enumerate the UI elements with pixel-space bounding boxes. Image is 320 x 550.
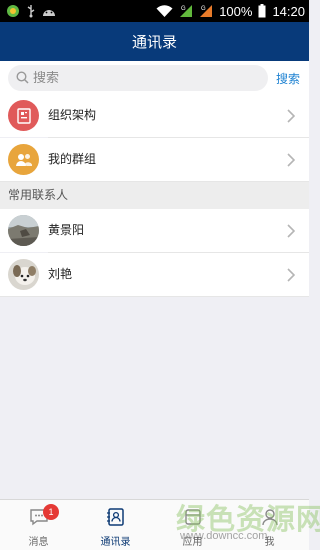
usb-icon bbox=[26, 4, 36, 18]
contact-name: 黄景阳 bbox=[48, 223, 85, 237]
my-groups-label: 我的群组 bbox=[48, 152, 97, 166]
contact-avatar bbox=[8, 215, 39, 246]
svg-text:G: G bbox=[181, 6, 186, 12]
chevron-right-icon bbox=[287, 152, 296, 171]
svg-text:G: G bbox=[201, 6, 206, 12]
tab-label: 通讯录 bbox=[100, 537, 131, 548]
org-structure-label: 组织架构 bbox=[48, 108, 97, 122]
search-button[interactable]: 搜索 bbox=[276, 70, 300, 87]
android-icon bbox=[42, 5, 56, 17]
contact-row[interactable]: 刘艳 bbox=[0, 253, 309, 296]
section-header: 常用联系人 bbox=[0, 182, 309, 209]
profile-icon bbox=[260, 500, 280, 530]
org-structure-row[interactable]: 组织架构 bbox=[0, 94, 309, 137]
org-chart-icon bbox=[8, 100, 39, 131]
tab-me[interactable]: 我 bbox=[231, 500, 308, 550]
battery-icon bbox=[258, 4, 266, 18]
search-icon bbox=[16, 69, 29, 88]
contact-name: 刘艳 bbox=[48, 267, 73, 281]
tab-messages[interactable]: 消息 1 bbox=[0, 500, 77, 550]
title-bar: 通讯录 bbox=[0, 22, 309, 61]
tab-label: 应用 bbox=[182, 537, 203, 548]
contact-avatar bbox=[8, 259, 39, 290]
my-groups-row[interactable]: 我的群组 bbox=[0, 138, 309, 181]
tab-contacts[interactable]: 通讯录 bbox=[77, 500, 154, 550]
clock: 14:20 bbox=[272, 3, 305, 19]
group-icon bbox=[8, 144, 39, 175]
signal-g-icon: G bbox=[179, 4, 193, 18]
search-bar: 搜索 bbox=[0, 61, 309, 94]
apps-icon bbox=[183, 500, 203, 530]
search-box[interactable] bbox=[8, 65, 268, 91]
search-input[interactable] bbox=[33, 70, 253, 86]
tab-label: 我 bbox=[264, 537, 275, 548]
chevron-right-icon bbox=[287, 223, 296, 242]
bottom-tab-bar: 消息 1 通讯录 应用 我 bbox=[0, 499, 309, 550]
divider bbox=[0, 296, 309, 297]
unread-badge: 1 bbox=[43, 504, 59, 520]
battery-text: 100% bbox=[219, 3, 253, 19]
tab-apps[interactable]: 应用 bbox=[154, 500, 231, 550]
signal-g-icon: G bbox=[199, 4, 213, 18]
page-title: 通讯录 bbox=[131, 33, 177, 51]
contacts-icon bbox=[106, 500, 126, 530]
contact-row[interactable]: 黄景阳 bbox=[0, 209, 309, 252]
tab-label: 消息 bbox=[28, 537, 49, 548]
status-bar: G G 100% 14:20 bbox=[0, 0, 309, 22]
chevron-right-icon bbox=[287, 267, 296, 286]
app-notification-icon bbox=[6, 4, 20, 18]
wifi-icon bbox=[156, 4, 173, 18]
chevron-right-icon bbox=[287, 108, 296, 127]
